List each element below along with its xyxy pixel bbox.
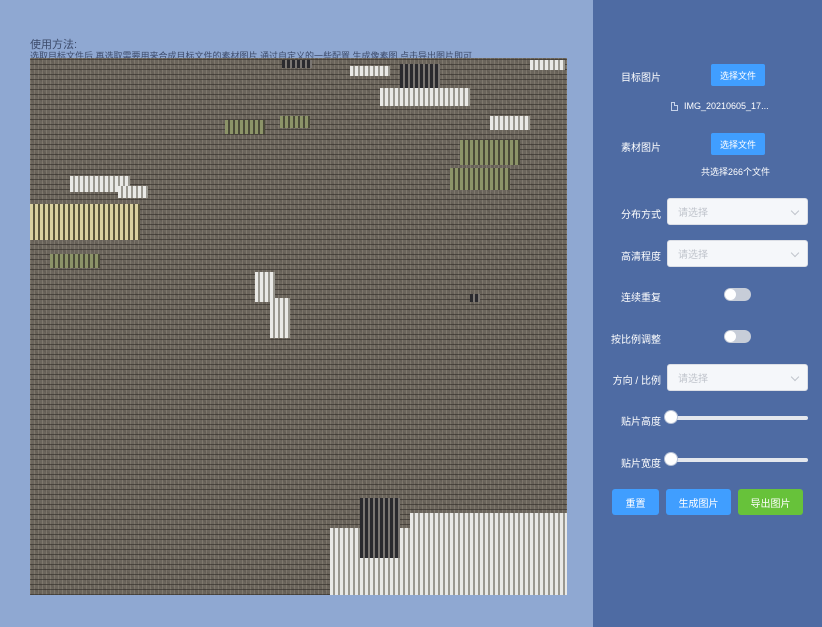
slider-handle[interactable] (665, 453, 677, 465)
material-count-text: 共选择266个文件 (701, 167, 771, 177)
switch-knob (725, 331, 736, 342)
document-icon (671, 101, 678, 111)
continuous-repeat-label: 连续重复 (621, 293, 661, 304)
proportional-adjust-label: 按比例调整 (611, 335, 661, 346)
target-file-name: IMG_20210605_17... (684, 101, 769, 111)
chevron-down-icon (790, 248, 800, 258)
target-image-label: 目标图片 (621, 73, 661, 84)
clarity-label: 高清程度 (621, 252, 661, 263)
slider-handle[interactable] (665, 411, 677, 423)
tile-height-label: 贴片高度 (621, 417, 661, 428)
generate-image-button[interactable]: 生成图片 (666, 489, 731, 515)
clarity-placeholder: 请选择 (678, 250, 708, 261)
chevron-down-icon (790, 372, 800, 382)
tile-width-slider[interactable] (665, 453, 808, 465)
distribution-placeholder: 请选择 (678, 208, 708, 219)
clarity-select[interactable]: 请选择 (667, 240, 808, 267)
direction-ratio-placeholder: 请选择 (678, 374, 708, 385)
switch-knob (725, 289, 736, 300)
export-image-button[interactable]: 导出图片 (738, 489, 803, 515)
material-image-label: 素材图片 (621, 143, 661, 154)
mosaic-preview-image (30, 58, 567, 595)
tile-width-label: 贴片宽度 (621, 459, 661, 470)
distribution-label: 分布方式 (621, 210, 661, 221)
material-choose-file-button[interactable]: 选择文件 (711, 133, 765, 155)
direction-ratio-label: 方向 / 比例 (612, 376, 661, 387)
target-choose-file-button[interactable]: 选择文件 (711, 64, 765, 86)
tile-height-slider[interactable] (665, 411, 808, 423)
distribution-select[interactable]: 请选择 (667, 198, 808, 225)
settings-panel: 目标图片 选择文件 IMG_20210605_17... 素材图片 选择文件 共… (593, 0, 822, 627)
reset-button[interactable]: 重置 (612, 489, 659, 515)
proportional-adjust-switch[interactable] (724, 330, 751, 343)
continuous-repeat-switch[interactable] (724, 288, 751, 301)
target-file-item[interactable]: IMG_20210605_17... (671, 101, 769, 111)
direction-ratio-select[interactable]: 请选择 (667, 364, 808, 391)
mosaic-workspace: 使用方法: 选取目标文件后,再选取需要用来合成目标文件的素材图片,通过自定义的一… (0, 0, 593, 627)
chevron-down-icon (790, 206, 800, 216)
